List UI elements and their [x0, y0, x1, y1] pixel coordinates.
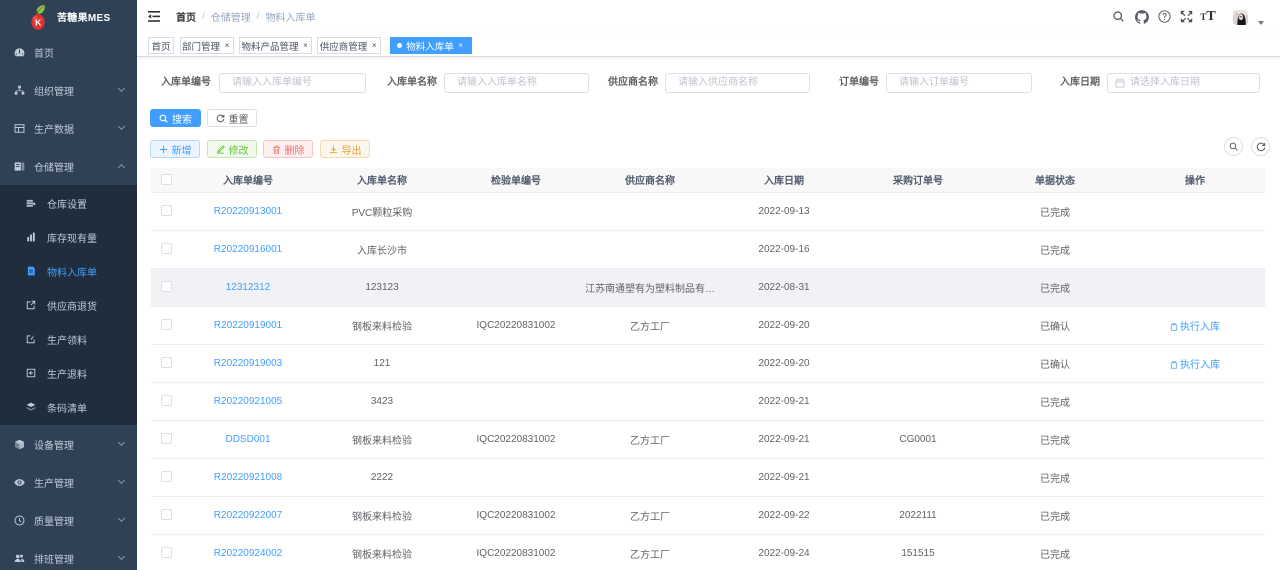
- svg-text:K: K: [35, 17, 42, 27]
